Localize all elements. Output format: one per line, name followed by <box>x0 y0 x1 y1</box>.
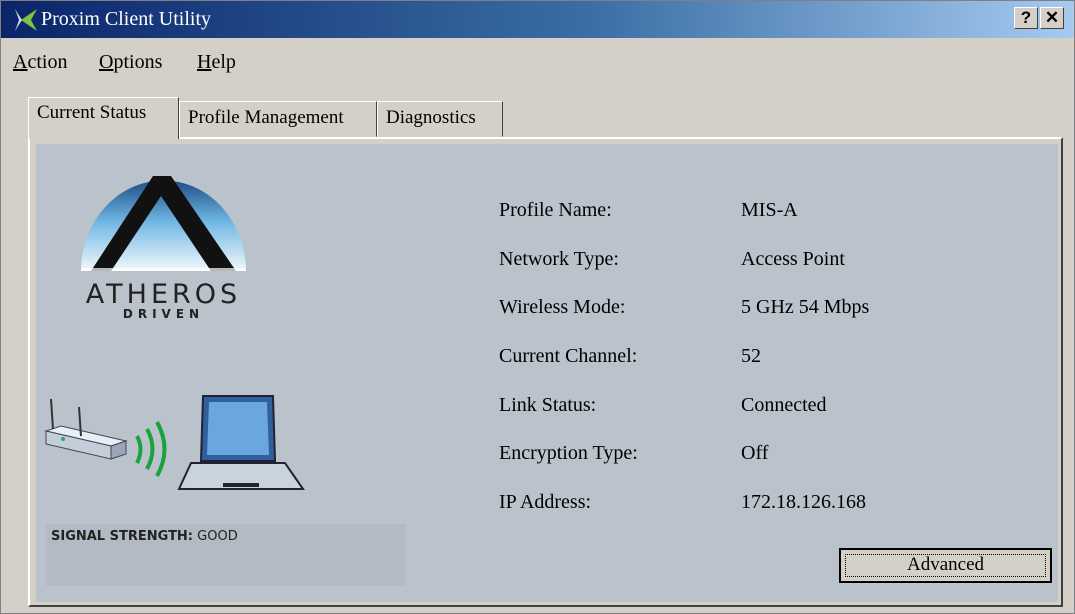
current-channel-label: Current Channel: <box>499 345 638 367</box>
signal-strength-value: GOOD <box>197 529 238 544</box>
access-point-icon <box>44 398 128 460</box>
network-type-label: Network Type: <box>499 248 619 270</box>
menu-action-accel: A <box>13 51 28 73</box>
profile-name-value: MIS-A <box>741 199 798 221</box>
signal-strength-label: SIGNAL STRENGTH: <box>51 529 194 544</box>
tab-current-status[interactable]: Current Status <box>28 97 179 139</box>
menu-options-accel: O <box>99 51 114 73</box>
encryption-type-label: Encryption Type: <box>499 442 638 464</box>
help-button[interactable]: ? <box>1014 7 1038 29</box>
signal-waves-icon <box>135 421 167 477</box>
wireless-mode-label: Wireless Mode: <box>499 296 626 318</box>
window-title: Proxim Client Utility <box>41 8 212 30</box>
ip-address-value: 172.18.126.168 <box>741 491 866 513</box>
menu-help-accel: H <box>197 51 212 73</box>
logo-word: ATHEROS <box>85 279 242 310</box>
current-channel-value: 52 <box>741 345 761 367</box>
title-bar[interactable]: Proxim Client Utility ? ✕ <box>1 1 1074 38</box>
menu-options[interactable]: Options <box>99 51 162 74</box>
menu-options-rest: ptions <box>113 51 163 73</box>
proxim-x-icon <box>15 9 37 31</box>
tab-diagnostics[interactable]: Diagnostics <box>377 101 503 137</box>
menu-help[interactable]: Help <box>197 51 236 74</box>
close-icon: ✕ <box>1044 8 1060 27</box>
tab-profile-management[interactable]: Profile Management <box>179 101 377 137</box>
network-illustration <box>44 395 305 490</box>
signal-strength: SIGNAL STRENGTH: GOOD <box>51 529 238 544</box>
link-status-label: Link Status: <box>499 394 597 416</box>
focus-rectangle <box>845 554 1046 577</box>
wireless-mode-value: 5 GHz 54 Mbps <box>741 296 870 318</box>
app-window: Proxim Client Utility ? ✕ Action Options… <box>0 0 1075 614</box>
profile-name-label: Profile Name: <box>499 199 612 221</box>
laptop-icon <box>177 395 305 490</box>
help-icon: ? <box>1020 8 1032 27</box>
menu-help-rest: elp <box>211 51 236 73</box>
advanced-button[interactable]: Advanced <box>839 548 1052 583</box>
network-type-value: Access Point <box>741 248 845 270</box>
logo-subword: DRIVEN <box>122 307 205 321</box>
close-button[interactable]: ✕ <box>1040 7 1064 29</box>
tab-current-status-label: Current Status <box>37 102 147 123</box>
ip-address-label: IP Address: <box>499 491 592 513</box>
link-status-value: Connected <box>741 394 827 416</box>
menu-action-rest: ction <box>27 51 68 73</box>
tab-profile-management-label: Profile Management <box>188 107 344 128</box>
encryption-type-value: Off <box>741 442 769 464</box>
tab-diagnostics-label: Diagnostics <box>386 107 476 128</box>
menu-action[interactable]: Action <box>13 51 67 74</box>
